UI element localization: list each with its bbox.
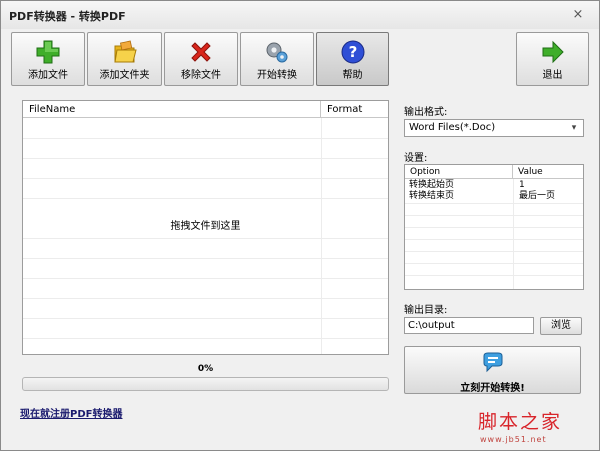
app-window: PDF转换器 - 转换PDF × 添加文件 添加文件夹 移除文件 开始转换 ? … [0,0,600,451]
output-format-value: Word Files(*.Doc) [409,122,496,133]
grid-line [23,298,388,299]
grid-line [405,251,583,252]
title-bar: PDF转换器 - 转换PDF × [1,1,599,29]
grid-line [405,263,583,264]
add-file-button[interactable]: 添加文件 [11,32,85,86]
help-icon: ? [341,40,364,64]
grid-line [321,118,322,354]
grid-line [405,227,583,228]
add-folder-label: 添加文件夹 [99,70,150,81]
convert-gear-icon [266,42,288,63]
watermark-text: 脚本之家 [478,411,563,433]
add-file-icon [36,40,60,64]
grid-line [405,275,583,276]
remove-file-label: 移除文件 [181,70,221,81]
grid-line [23,158,388,159]
exit-button[interactable]: 退出 [516,32,589,86]
grid-line [23,258,388,259]
progress-label: 0% [197,364,214,374]
grid-line [405,239,583,240]
grid-line [23,198,388,199]
column-header-format[interactable]: Format [321,101,388,118]
close-button[interactable]: × [571,8,585,22]
settings-row[interactable]: 转换起始页 1 [405,180,583,191]
settings-header: Option Value [405,165,583,179]
browse-button[interactable]: 浏览 [540,317,582,335]
register-link[interactable]: 现在就注册PDF转换器 [20,405,122,420]
grid-line [23,238,388,239]
column-header-option[interactable]: Option [405,165,513,179]
output-dir-label: 输出目录: [404,305,448,316]
remove-file-button[interactable]: 移除文件 [164,32,238,86]
grid-line [405,203,583,204]
output-format-label: 输出格式: [404,107,448,118]
help-button[interactable]: ? 帮助 [316,32,389,86]
convert-button[interactable]: 开始转换 [240,32,314,86]
file-list[interactable]: FileName Format 拖拽文件到这里 [22,100,389,355]
exit-label: 退出 [542,70,563,81]
settings-value[interactable]: 1 [519,180,525,191]
start-convert-button[interactable]: 立刻开始转换! [404,346,581,394]
exit-arrow-icon [542,40,564,64]
output-dir-input[interactable]: C:\output [404,317,534,334]
settings-option: 转换起始页 [409,180,455,190]
add-folder-icon [113,40,137,63]
help-label: 帮助 [342,70,363,81]
grid-line [23,138,388,139]
watermark-logo: 脚本之家 www.jb51.net [478,407,596,449]
grid-line [23,338,388,339]
settings-value[interactable]: 最后一页 [519,191,555,202]
grid-line [23,178,388,179]
progress-bar [22,377,389,391]
column-header-filename[interactable]: FileName [23,101,321,118]
settings-row[interactable]: 转换结束页 最后一页 [405,191,583,202]
settings-table[interactable]: Option Value 转换起始页 1 转换结束页 最后一页 [404,164,584,290]
file-list-header: FileName Format [23,101,388,118]
output-format-select[interactable]: Word Files(*.Doc) ▾ [404,119,584,137]
add-folder-button[interactable]: 添加文件夹 [87,32,162,86]
grid-line [23,278,388,279]
drop-hint: 拖拽文件到这里 [170,221,241,232]
window-title: PDF转换器 - 转换PDF [9,10,126,23]
svg-text:?: ? [348,43,357,61]
settings-option: 转换结束页 [409,191,455,201]
settings-label: 设置: [404,153,428,164]
watermark-url: www.jb51.net [480,435,547,444]
convert-label: 开始转换 [257,70,297,81]
grid-line [23,318,388,319]
add-file-label: 添加文件 [28,70,68,81]
chevron-down-icon[interactable]: ▾ [568,121,580,135]
grid-line [405,215,583,216]
start-convert-label: 立刻开始转换! [460,383,525,394]
chat-bubble-icon [483,352,502,373]
column-header-value[interactable]: Value [513,165,583,179]
remove-file-icon [191,42,211,62]
